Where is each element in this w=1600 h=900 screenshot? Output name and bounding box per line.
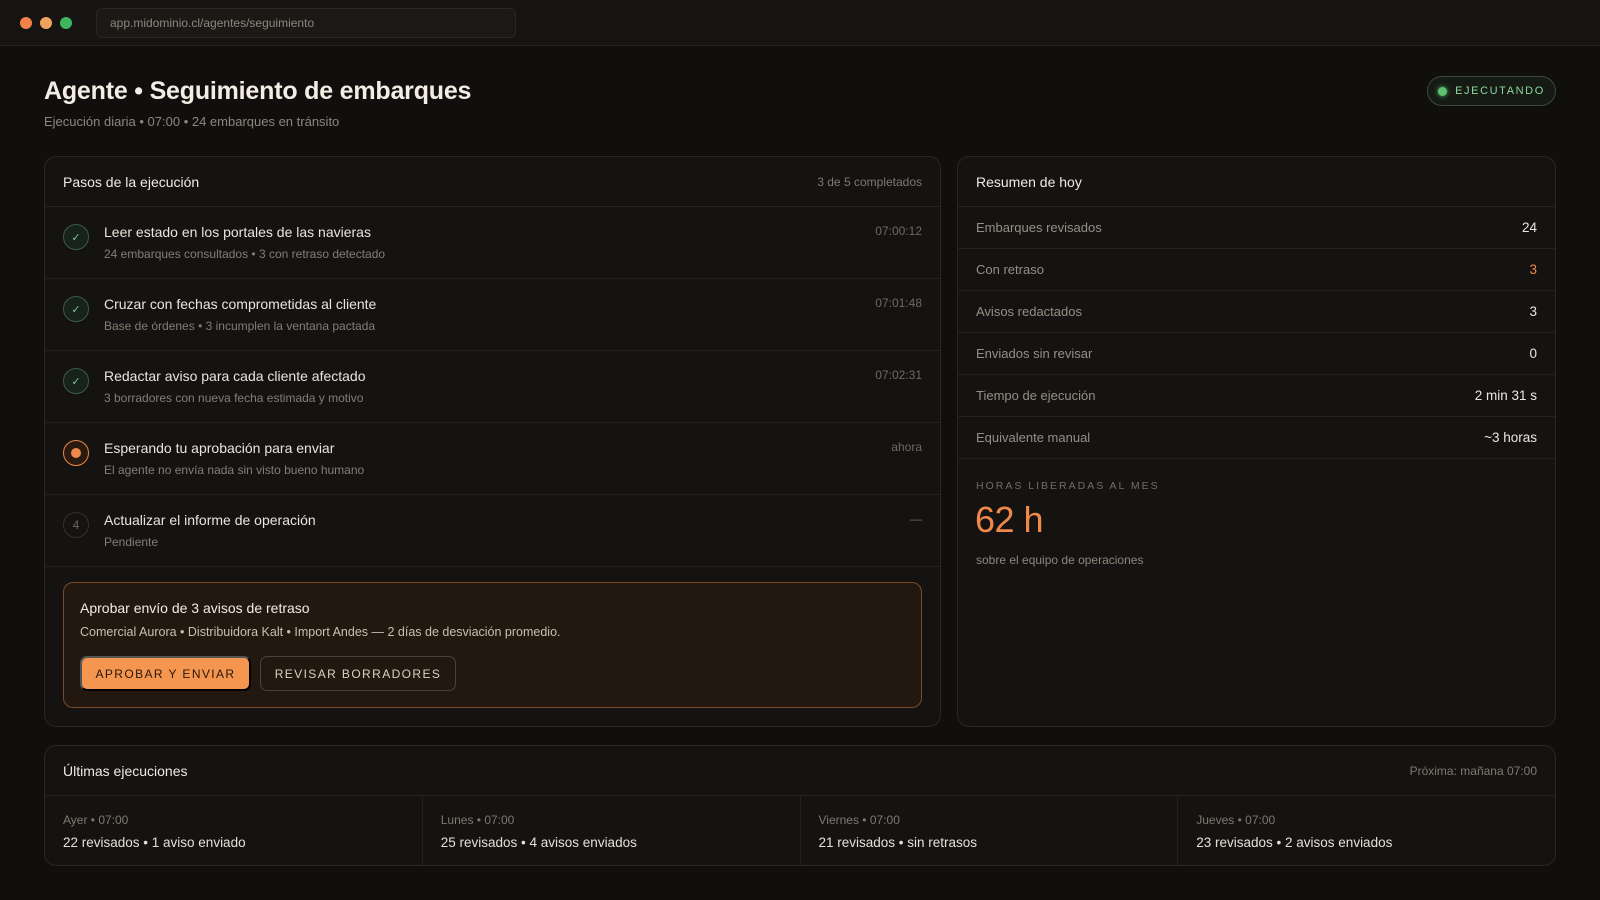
summary-card: Resumen de hoy Embarques revisados 24 Con … bbox=[957, 156, 1556, 727]
page-subtitle: Ejecución diaria • 07:00 • 24 embarques … bbox=[44, 114, 340, 129]
maximize-window-icon[interactable] bbox=[60, 17, 72, 29]
history-when: Viernes • 07:00 bbox=[818, 813, 900, 827]
next-run: Próxima: mañana 07:00 bbox=[1409, 763, 1537, 778]
summary-row: Embarques revisados 24 bbox=[958, 207, 1555, 249]
step-time: 07:02:31 bbox=[875, 368, 922, 382]
history-result: 23 revisados • 2 avisos enviados bbox=[1196, 835, 1393, 850]
history-row: Ayer • 07:00 22 revisados • 1 aviso envia… bbox=[45, 796, 1555, 865]
approval-panel: Aprobar envío de 3 avisos de retraso Com… bbox=[63, 582, 922, 708]
check-icon: ✓ bbox=[63, 296, 89, 322]
close-window-icon[interactable] bbox=[20, 17, 32, 29]
history-when: Jueves • 07:00 bbox=[1196, 813, 1276, 827]
address-bar[interactable]: app.midominio.cl/agentes/seguimiento bbox=[96, 8, 516, 38]
summary-row: Con retraso 3 bbox=[958, 249, 1555, 291]
summary-value: 0 bbox=[1529, 346, 1537, 361]
step-marker: ✓ bbox=[71, 375, 81, 388]
summary-label: Con retraso bbox=[976, 262, 1044, 277]
step-title: Esperando tu aprobación para enviar bbox=[104, 440, 335, 456]
check-icon: ✓ bbox=[63, 368, 89, 394]
summary-label: Enviados sin revisar bbox=[976, 346, 1093, 361]
summary-value: 2 min 31 s bbox=[1474, 388, 1537, 403]
step-row: Esperando tu aprobación para enviar El ag… bbox=[45, 423, 940, 495]
step-number-icon: 4 bbox=[63, 512, 89, 538]
steps-title: Pasos de la ejecución bbox=[63, 173, 200, 190]
history-item[interactable]: Ayer • 07:00 22 revisados • 1 aviso envia… bbox=[45, 796, 423, 865]
history-item[interactable]: Jueves • 07:00 23 revisados • 2 avisos en… bbox=[1178, 796, 1555, 865]
summary-value: 3 bbox=[1529, 304, 1537, 319]
approval-title: Aprobar envío de 3 avisos de retraso bbox=[80, 600, 310, 616]
step-row: ✓ Cruzar con fechas comprometidas al clie… bbox=[45, 279, 940, 351]
summary-label: Avisos redactados bbox=[976, 304, 1082, 319]
hours-freed-note: sobre el equipo de operaciones bbox=[976, 553, 1144, 567]
summary-card-header: Resumen de hoy bbox=[958, 157, 1555, 207]
summary-row: Avisos redactados 3 bbox=[958, 291, 1555, 333]
status-label: EJECUTANDO bbox=[1455, 85, 1545, 97]
summary-value: 3 bbox=[1529, 262, 1537, 277]
hours-freed-label: HORAS LIBERADAS AL MES bbox=[976, 480, 1160, 492]
history-when: Ayer • 07:00 bbox=[63, 813, 129, 827]
steps-list: ✓ Leer estado en los portales de las navi… bbox=[45, 207, 940, 567]
check-icon: ✓ bbox=[63, 224, 89, 250]
browser-chrome: app.midominio.cl/agentes/seguimiento bbox=[0, 0, 1600, 46]
step-title: Leer estado en los portales de las navie… bbox=[104, 224, 371, 240]
summary-value: 24 bbox=[1521, 220, 1537, 235]
step-time: 07:00:12 bbox=[875, 224, 922, 238]
in-progress-dot-icon bbox=[63, 440, 89, 466]
step-marker: ✓ bbox=[71, 303, 81, 316]
step-description: El agente no envía nada sin visto bueno … bbox=[104, 463, 365, 477]
summary-label: Tiempo de ejecución bbox=[976, 388, 1096, 403]
running-indicator-icon bbox=[1438, 86, 1448, 96]
summary-row: Enviados sin revisar 0 bbox=[958, 333, 1555, 375]
summary-title: Resumen de hoy bbox=[976, 173, 1082, 190]
step-title: Cruzar con fechas comprometidas al clien… bbox=[104, 296, 377, 312]
step-row: ✓ Leer estado en los portales de las navi… bbox=[45, 207, 940, 279]
approval-description: Comercial Aurora • Distribuidora Kalt • … bbox=[80, 625, 561, 639]
step-marker: ✓ bbox=[71, 231, 81, 244]
history-result: 22 revisados • 1 aviso enviado bbox=[63, 835, 246, 850]
step-description: 24 embarques consultados • 3 con retraso… bbox=[104, 247, 386, 261]
step-description: Pendiente bbox=[104, 535, 159, 549]
step-description: 3 borradores con nueva fecha estimada y … bbox=[104, 391, 364, 405]
steps-card-header: Pasos de la ejecución 3 de 5 completados bbox=[45, 157, 940, 207]
summary-value: ~3 horas bbox=[1484, 430, 1537, 445]
summary-label: Embarques revisados bbox=[976, 220, 1102, 235]
step-row: ✓ Redactar aviso para cada cliente afecta… bbox=[45, 351, 940, 423]
summary-rows: Embarques revisados 24 Con retraso 3 Avisos … bbox=[958, 207, 1555, 459]
step-time: ahora bbox=[891, 440, 922, 454]
page-title: Agente • Seguimiento de embarques bbox=[44, 77, 472, 105]
step-row: 4 Actualizar el informe de operación Pendi… bbox=[45, 495, 940, 567]
step-time: 07:01:48 bbox=[875, 296, 922, 310]
active-dot bbox=[71, 448, 81, 458]
review-drafts-button[interactable]: REVISAR BORRADORES bbox=[260, 656, 456, 691]
status-badge: EJECUTANDO bbox=[1427, 76, 1556, 106]
minimize-window-icon[interactable] bbox=[40, 17, 52, 29]
step-marker: 4 bbox=[72, 518, 80, 532]
step-description: Base de órdenes • 3 incumplen la ventana… bbox=[104, 319, 376, 333]
summary-row: Tiempo de ejecución 2 min 31 s bbox=[958, 375, 1555, 417]
hours-freed-value: 62 h bbox=[975, 499, 1044, 540]
step-title: Actualizar el informe de operación bbox=[104, 512, 316, 528]
history-item[interactable]: Lunes • 07:00 25 revisados • 4 avisos env… bbox=[423, 796, 801, 865]
steps-card: Pasos de la ejecución 3 de 5 completados… bbox=[44, 156, 941, 727]
history-result: 25 revisados • 4 avisos enviados bbox=[440, 835, 637, 850]
history-card: Últimas ejecuciones Próxima: mañana 07:0… bbox=[44, 745, 1556, 866]
step-time: — bbox=[910, 512, 922, 526]
summary-row: Equivalente manual ~3 horas bbox=[958, 417, 1555, 459]
history-item[interactable]: Viernes • 07:00 21 revisados • sin retras… bbox=[801, 796, 1179, 865]
history-result: 21 revisados • sin retrasos bbox=[818, 835, 978, 850]
summary-label: Equivalente manual bbox=[976, 430, 1091, 445]
step-title: Redactar aviso para cada cliente afectad… bbox=[104, 368, 366, 384]
history-when: Lunes • 07:00 bbox=[440, 813, 515, 827]
steps-progress: 3 de 5 completados bbox=[817, 174, 922, 189]
history-card-header: Últimas ejecuciones Próxima: mañana 07:0… bbox=[45, 746, 1555, 796]
approve-and-send-button[interactable]: APROBAR Y ENVIAR bbox=[80, 656, 251, 691]
history-title: Últimas ejecuciones bbox=[63, 762, 188, 779]
